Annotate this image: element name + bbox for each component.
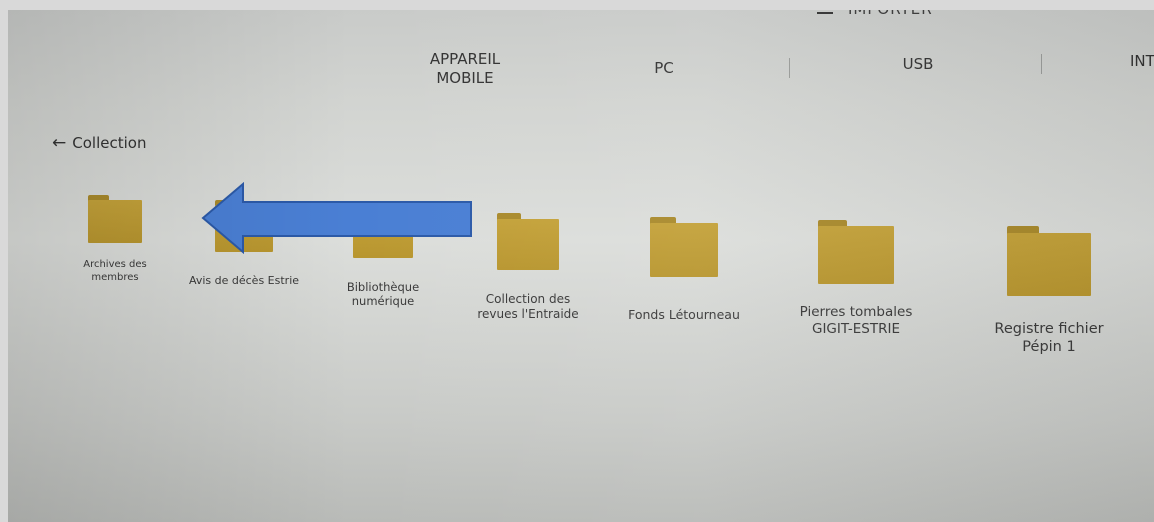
folder-collection-des-revues[interactable]: Collection des revues l'Entraide <box>470 213 586 322</box>
tv-screen: IMPORTER APPAREIL MOBILE PC USB INT ← Co… <box>8 10 1154 522</box>
folder-icon <box>497 213 559 270</box>
tab-mobile-device[interactable]: APPAREIL MOBILE <box>420 50 510 88</box>
tab-divider <box>1041 54 1042 74</box>
folder-fonds-letourneau[interactable]: Fonds Létourneau <box>616 217 752 323</box>
breadcrumb-label: Collection <box>72 134 147 152</box>
folder-label: Fonds Létourneau <box>628 307 740 322</box>
tab-divider <box>789 58 790 78</box>
folder-label: Archives des membres <box>83 259 147 283</box>
folder-pierres-tombales[interactable]: Pierres tombales GIGIT-ESTRIE <box>784 220 928 338</box>
import-button[interactable]: IMPORTER <box>816 10 933 20</box>
folder-label: Avis de décès Estrie <box>188 274 300 287</box>
folder-label: Bibliothèque numérique <box>346 280 420 309</box>
annotation-arrow-shape <box>201 182 472 254</box>
tab-internet[interactable]: INT <box>1130 52 1154 71</box>
tab-usb[interactable]: USB <box>893 55 943 74</box>
folder-registre-fichier-pepin[interactable]: Registre fichier Pépin 1 <box>974 226 1124 356</box>
import-label: IMPORTER <box>848 10 933 18</box>
folder-label: Collection des revues l'Entraide <box>477 292 579 321</box>
folder-label: Registre fichier Pépin 1 <box>994 321 1104 356</box>
folder-icon <box>1007 226 1091 296</box>
tab-pc[interactable]: PC <box>644 59 684 78</box>
folder-icon <box>818 220 894 284</box>
folder-icon <box>88 195 142 243</box>
back-arrow-icon: ← <box>52 133 67 153</box>
annotation-arrow-icon <box>201 182 472 254</box>
download-icon <box>816 10 834 20</box>
folder-label: Pierres tombales GIGIT-ESTRIE <box>799 304 913 337</box>
folder-icon <box>650 217 718 277</box>
folder-archives-des-membres[interactable]: Archives des membres <box>70 195 160 284</box>
breadcrumb[interactable]: ← Collection <box>52 133 146 153</box>
